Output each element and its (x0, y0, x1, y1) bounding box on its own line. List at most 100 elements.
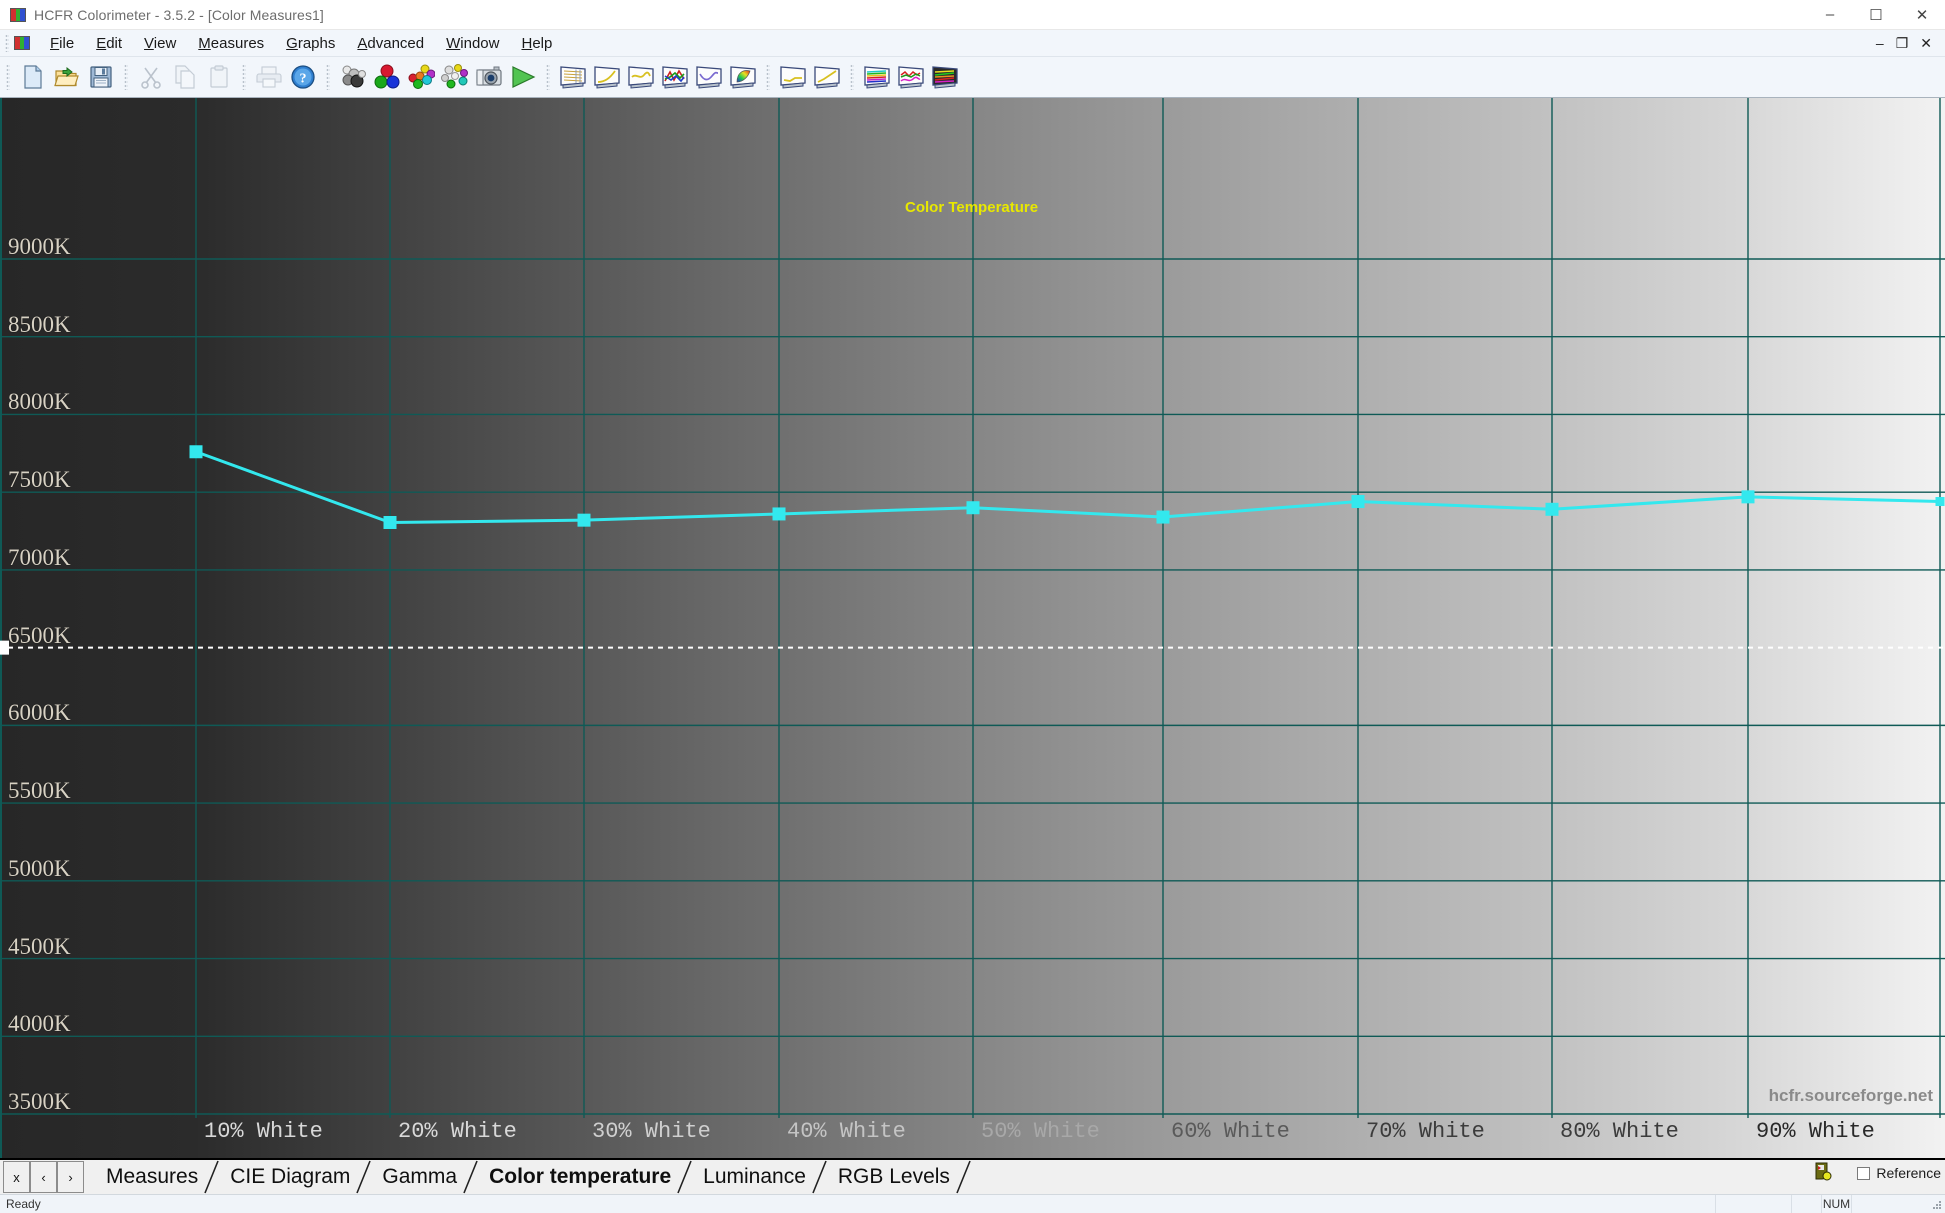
x-axis-tick-label: 90% White (1756, 1119, 1875, 1144)
toolbar-grip-print-help[interactable] (242, 64, 246, 90)
x-axis-tick-label: 80% White (1560, 1119, 1679, 1144)
view-measures-grid-button[interactable] (556, 60, 590, 94)
menu-item-help[interactable]: Help (510, 32, 563, 55)
plot-area[interactable]: 9000K 8500K 8000K 7500K 7000K 6500K 6000K 5500K… (0, 98, 1945, 1158)
view-measure-history-button[interactable] (894, 60, 928, 94)
reference-checkbox-label: Reference (1876, 1165, 1941, 1181)
data-point-marker[interactable] (189, 445, 203, 459)
mdi-close-button[interactable]: ✕ (1915, 36, 1937, 50)
cut-button (134, 60, 168, 94)
open-file-button[interactable] (50, 60, 84, 94)
run-measures-button[interactable] (506, 60, 540, 94)
cie-chromaticity-monitor-icon (728, 64, 758, 90)
reference-checkbox-group[interactable]: Reference (1857, 1160, 1941, 1186)
data-point-marker[interactable] (1741, 490, 1755, 504)
green-play-triangle-icon (509, 64, 537, 90)
tab-close-button[interactable]: x (3, 1161, 30, 1193)
view-cie-diagram-button[interactable] (726, 60, 760, 94)
window-title: HCFR Colorimeter - 3.5.2 - [Color Measur… (34, 6, 324, 23)
question-mark-help-icon: ? (290, 64, 316, 90)
maximize-button[interactable]: ☐ (1853, 0, 1899, 29)
tab-prev-button[interactable]: ‹ (30, 1161, 57, 1193)
capture-button[interactable] (472, 60, 506, 94)
tab-luminance[interactable]: Luminance (685, 1160, 827, 1194)
tab-label: Measures (106, 1165, 199, 1188)
tab-color-temperature[interactable]: Color temperature (471, 1160, 692, 1194)
reference-checkbox[interactable] (1857, 1166, 1871, 1180)
x-axis-tick-label: 20% White (398, 1119, 517, 1144)
main-toolbar: ? (0, 57, 1945, 98)
toolbar-grip-edit-ops[interactable] (124, 64, 128, 90)
measure-reference-icon (1813, 1161, 1833, 1181)
app-icon (10, 7, 26, 22)
toolbar-grip-measure-ops[interactable] (326, 64, 330, 90)
grayscale-spheres-icon (339, 64, 367, 90)
tab-measures[interactable]: Measures (88, 1160, 219, 1194)
data-point-marker[interactable] (966, 501, 980, 515)
x-axis-tick-label: 50% White (981, 1119, 1100, 1144)
menu-item-file[interactable]: File (39, 32, 85, 55)
data-point-marker[interactable] (1545, 502, 1559, 516)
grayscale-measure-button[interactable] (336, 60, 370, 94)
data-point-marker[interactable] (1351, 495, 1365, 509)
clipboard-paste-icon (206, 64, 232, 90)
resize-grip[interactable] (1927, 1195, 1945, 1213)
menu-drag-grip[interactable] (5, 34, 9, 52)
data-point-marker[interactable] (772, 507, 786, 521)
color-temperature-chart[interactable]: 9000K 8500K 8000K 7500K 7000K 6500K 6000K 5500K… (0, 98, 1945, 1158)
y-axis-tick-label: 5500K (8, 778, 71, 804)
save-file-button[interactable] (84, 60, 118, 94)
tab-cie-diagram[interactable]: CIE Diagram (212, 1160, 372, 1194)
menu-item-edit[interactable]: Edit (85, 32, 133, 55)
toolbar-grip-spectrum-views[interactable] (850, 64, 854, 90)
view-satellite-levels-button[interactable] (860, 60, 894, 94)
status-message: Ready (6, 1197, 41, 1211)
toolbar-grip-graph-views[interactable] (546, 64, 550, 90)
camera-icon (475, 64, 503, 90)
menu-item-advanced[interactable]: Advanced (346, 32, 435, 55)
tab-label: CIE Diagram (230, 1165, 351, 1188)
close-button[interactable]: ✕ (1899, 0, 1945, 29)
near-white-curve-monitor-icon (812, 64, 842, 90)
minimize-button[interactable]: – (1807, 0, 1853, 29)
view-spectrum-button[interactable] (928, 60, 962, 94)
primaries-measure-button[interactable] (370, 60, 404, 94)
menu-bar: File Edit View Measures Graphs Advanced Window… (0, 30, 1945, 57)
status-bar: Ready NUM (0, 1194, 1945, 1213)
tab-label: Color temperature (489, 1165, 672, 1188)
toolbar-grip-file-ops[interactable] (6, 64, 10, 90)
paste-button (202, 60, 236, 94)
data-point-marker[interactable] (1935, 497, 1945, 507)
y-axis-tick-label: 3500K (8, 1089, 71, 1114)
menu-item-window[interactable]: Window (435, 32, 510, 55)
y-axis-tick-label: 8000K (8, 389, 71, 415)
menu-item-graphs[interactable]: Graphs (275, 32, 346, 55)
mdi-restore-button[interactable]: ❐ (1891, 36, 1914, 50)
toolbar-grip-extra-views[interactable] (766, 64, 770, 90)
view-gamma-button[interactable] (590, 60, 624, 94)
full-measure-button[interactable] (438, 60, 472, 94)
view-luminance-button[interactable] (624, 60, 658, 94)
data-point-marker[interactable] (577, 513, 591, 527)
svg-text:?: ? (300, 72, 307, 87)
saturations-measure-button[interactable] (404, 60, 438, 94)
chart-svg (0, 98, 1945, 1158)
mdi-minimize-button[interactable]: – (1871, 36, 1889, 50)
view-rgb-levels-button[interactable] (658, 60, 692, 94)
view-near-black-button[interactable] (776, 60, 810, 94)
view-near-white-button[interactable] (810, 60, 844, 94)
tab-rgb-levels[interactable]: RGB Levels (820, 1160, 971, 1194)
tab-gamma[interactable]: Gamma (364, 1160, 478, 1194)
new-document-button[interactable] (16, 60, 50, 94)
status-pane-1 (1715, 1195, 1791, 1213)
menu-item-measures[interactable]: Measures (187, 32, 275, 55)
help-button[interactable]: ? (286, 60, 320, 94)
menu-item-view[interactable]: View (133, 32, 187, 55)
y-axis-tick-label: 7500K (8, 467, 71, 493)
data-point-marker[interactable] (383, 515, 397, 529)
tab-next-button[interactable]: › (57, 1161, 84, 1193)
data-point-marker[interactable] (1156, 510, 1170, 524)
y-axis-tick-label: 6500K (8, 622, 71, 648)
open-folder-icon (54, 64, 80, 90)
view-color-temp-button[interactable] (692, 60, 726, 94)
